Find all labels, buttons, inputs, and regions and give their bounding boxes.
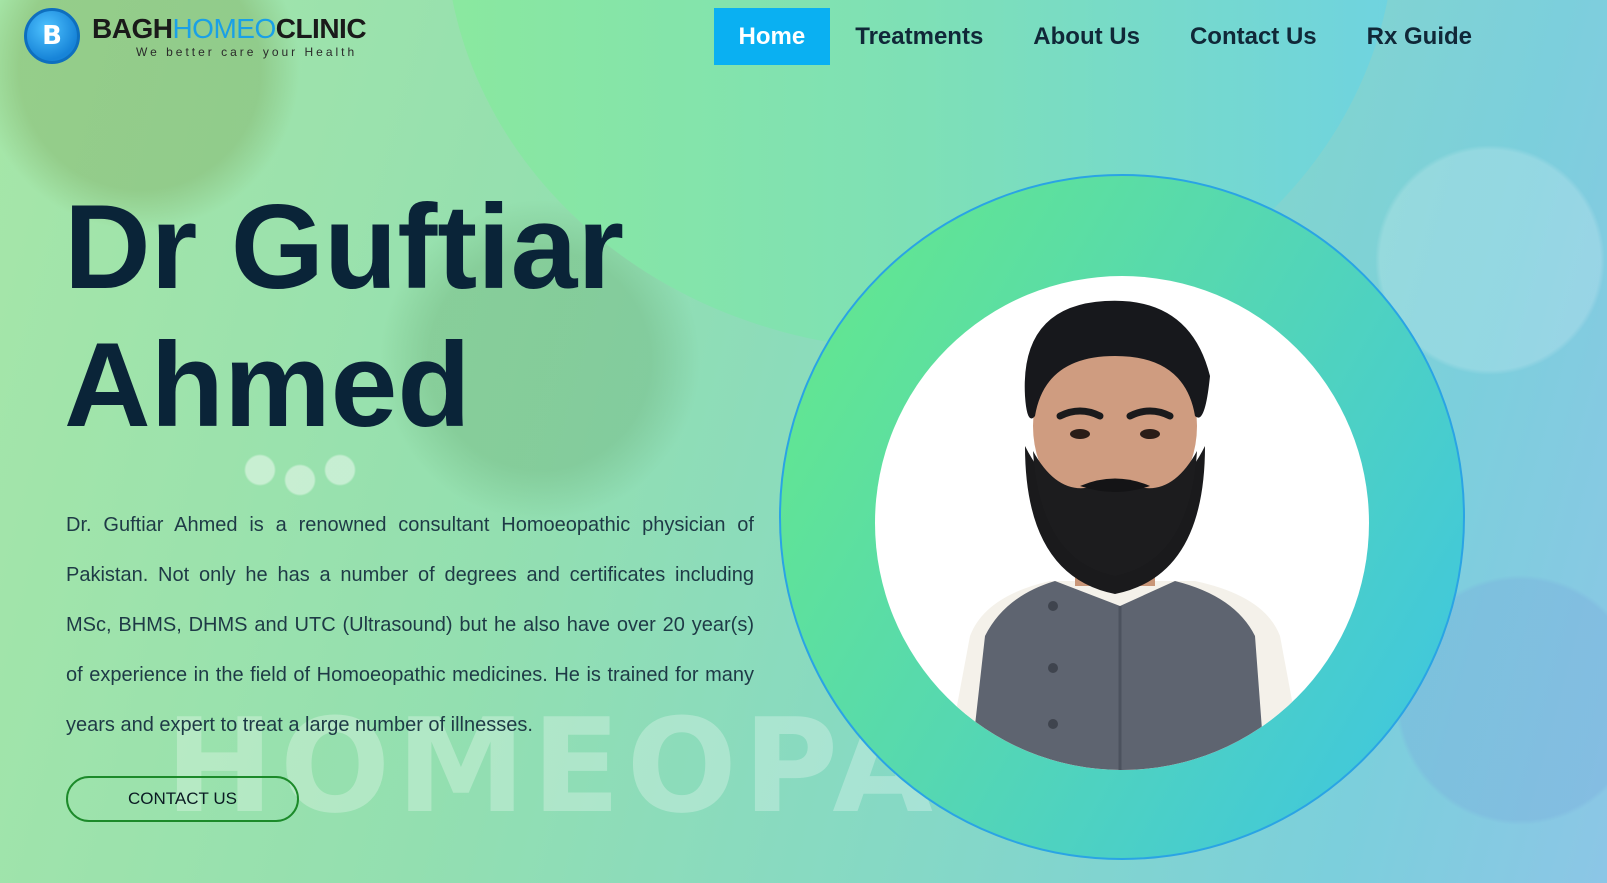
hero-title-line2: Ahmed — [64, 318, 471, 452]
nav-item-about-us[interactable]: About Us — [1008, 8, 1165, 65]
logo-text: BAGHHOMEOCLINIC We better care your Heal… — [92, 12, 367, 59]
logo-badge-icon: B — [24, 8, 80, 64]
logo-name-part1: BAGH — [92, 12, 173, 44]
logo-badge-letter: B — [42, 21, 62, 51]
contact-us-button[interactable]: CONTACT US — [66, 776, 299, 822]
main-nav: Home Treatments About Us Contact Us Rx G… — [713, 8, 1497, 65]
nav-item-home[interactable]: Home — [713, 8, 831, 65]
hero-title-line1: Dr Guftiar — [64, 180, 625, 314]
hero-description: Dr. Guftiar Ahmed is a renowned consulta… — [66, 514, 754, 736]
logo-name-part3: CLINIC — [275, 12, 367, 44]
doctor-portrait-illustration — [945, 300, 1305, 770]
logo-tagline: We better care your Health — [136, 44, 358, 59]
logo-name: BAGHHOMEOCLINIC — [92, 12, 367, 44]
nav-item-rx-guide[interactable]: Rx Guide — [1342, 8, 1497, 65]
doctor-portrait — [875, 276, 1369, 770]
nav-item-contact-us[interactable]: Contact Us — [1165, 8, 1342, 65]
hero-title: Dr Guftiar Ahmed — [64, 178, 624, 454]
site-header: B BAGHHOMEOCLINIC We better care your He… — [0, 0, 1607, 75]
nav-item-treatments[interactable]: Treatments — [830, 8, 1008, 65]
logo-name-part2: HOMEO — [172, 12, 276, 44]
site-logo[interactable]: B BAGHHOMEOCLINIC We better care your He… — [24, 8, 367, 64]
